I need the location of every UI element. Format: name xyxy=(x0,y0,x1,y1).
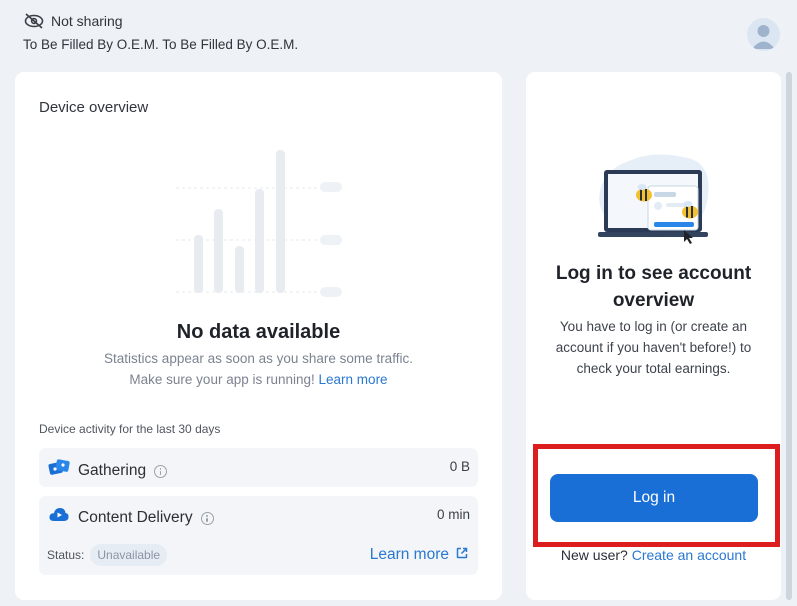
no-data-title: No data available xyxy=(176,321,341,343)
gathering-row: Gathering 0 B xyxy=(39,448,478,487)
new-user-label: New user? xyxy=(560,547,628,563)
activity-label: Device activity for the last 30 days xyxy=(39,422,221,436)
laptop-bees-illustration xyxy=(598,154,709,244)
gathering-label: Gathering xyxy=(78,461,147,479)
external-link-icon xyxy=(456,546,468,564)
no-data-line-2-text: Make sure your app is running! xyxy=(129,372,315,387)
scrollbar-thumb[interactable] xyxy=(786,72,792,600)
sharing-status: Not sharing xyxy=(23,12,123,30)
no-data-description: Statistics appear as soon as you share s… xyxy=(15,348,502,390)
learn-more-external-link[interactable]: Learn more xyxy=(370,546,468,564)
vertical-scrollbar[interactable] xyxy=(785,72,793,600)
status-row: Status: Unavailable xyxy=(47,544,168,566)
status-badge: Unavailable xyxy=(90,544,168,566)
gathering-icon xyxy=(48,458,70,483)
login-button[interactable]: Log in xyxy=(550,474,758,522)
no-data-line-1: Statistics appear as soon as you share s… xyxy=(104,351,413,366)
no-data-line-2: Make sure your app is running! Learn mor… xyxy=(15,369,502,390)
info-icon[interactable] xyxy=(154,465,168,478)
device-overview-card: Device overview No data available Statis… xyxy=(15,72,502,600)
sharing-status-text: Not sharing xyxy=(51,13,123,29)
content-delivery-row: Content Delivery 0 min Status: Unavailab… xyxy=(39,496,478,575)
content-delivery-value: 0 min xyxy=(436,507,470,522)
login-prompt-description: You have to log in (or create an account… xyxy=(555,319,752,376)
app-header: Not sharing To Be Filled By O.E.M. To Be… xyxy=(0,0,797,62)
card-title: Device overview xyxy=(39,99,149,116)
device-name: To Be Filled By O.E.M. To Be Filled By O… xyxy=(23,37,299,52)
status-label: Status: xyxy=(47,548,85,562)
gathering-value: 0 B xyxy=(449,459,470,474)
login-prompt-title: Log in to see account overview xyxy=(555,263,752,311)
user-icon xyxy=(752,25,775,49)
user-avatar[interactable] xyxy=(747,18,780,51)
not-sharing-icon xyxy=(23,12,45,30)
create-account-link[interactable]: Create an account xyxy=(632,547,746,563)
info-icon[interactable] xyxy=(200,512,214,525)
new-user-row: New user? Create an account xyxy=(526,547,781,563)
cloud-play-icon xyxy=(48,506,70,529)
empty-chart-illustration xyxy=(176,150,342,297)
content-delivery-label: Content Delivery xyxy=(78,508,193,526)
learn-more-link[interactable]: Learn more xyxy=(319,372,388,387)
learn-more-label: Learn more xyxy=(369,546,449,563)
